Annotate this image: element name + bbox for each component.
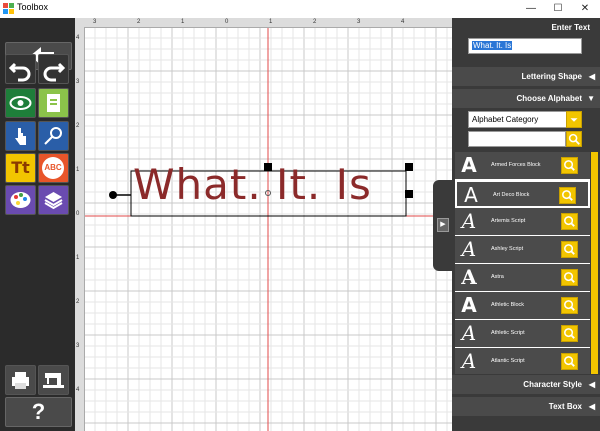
design-text[interactable]: What. It. Is bbox=[133, 160, 413, 210]
triangle-left-icon: ◀ bbox=[588, 380, 595, 389]
character-style-header[interactable]: Character Style ◀ bbox=[452, 375, 600, 394]
new-design-button[interactable] bbox=[38, 88, 69, 118]
alphabet-name: Astra bbox=[491, 274, 504, 280]
alphabet-name: Athletic Block bbox=[491, 302, 525, 308]
zoom-icon bbox=[564, 300, 575, 311]
alphabet-item[interactable]: A Athletic Script bbox=[455, 320, 590, 348]
alphabet-zoom-button[interactable] bbox=[559, 187, 576, 204]
text-input[interactable]: What. It. Is bbox=[468, 38, 582, 54]
alphabet-preview-glyph: A bbox=[461, 321, 477, 345]
zoom-icon bbox=[564, 160, 575, 171]
sewing-icon bbox=[44, 127, 62, 145]
enter-text-header: Enter Text bbox=[452, 18, 600, 37]
color-palette-button[interactable] bbox=[5, 185, 36, 215]
maximize-button[interactable]: ☐ bbox=[545, 0, 571, 18]
triangle-left-icon: ◀ bbox=[588, 402, 595, 411]
alphabet-name: Artemis Script bbox=[491, 218, 526, 224]
alphabet-preview-glyph: A bbox=[461, 209, 477, 233]
alphabet-item[interactable]: A Art Deco Block bbox=[455, 180, 590, 208]
monogram-icon: ABC bbox=[42, 157, 64, 179]
dropdown-button[interactable] bbox=[566, 111, 582, 128]
alphabet-search-input[interactable] bbox=[468, 131, 566, 147]
choose-alphabet-header[interactable]: Choose Alphabet ▼ bbox=[452, 89, 600, 108]
palette-icon bbox=[10, 192, 31, 208]
undo-icon bbox=[8, 62, 31, 82]
app-icon bbox=[3, 3, 14, 14]
search-icon bbox=[568, 133, 580, 145]
alphabet-name: Ashley Script bbox=[491, 246, 524, 252]
alphabet-preview-glyph: A bbox=[461, 237, 477, 261]
alphabet-preview-glyph: A bbox=[464, 183, 478, 207]
rotation-handle bbox=[109, 191, 117, 199]
document-icon bbox=[47, 94, 60, 112]
alphabet-preview-glyph: A bbox=[461, 153, 477, 177]
alphabet-preview-glyph: A bbox=[461, 265, 477, 289]
alphabet-name: Athletic Script bbox=[491, 330, 525, 336]
alphabet-item[interactable]: A Artemis Script bbox=[455, 208, 590, 236]
alphabet-item[interactable]: A Armed Forces Block bbox=[455, 152, 590, 180]
question-icon: ? bbox=[31, 399, 46, 424]
title-bar: Toolbox — ☐ ✕ bbox=[0, 0, 600, 19]
right-panel: Enter Text What. It. Is Lettering Shape ◀… bbox=[452, 18, 600, 431]
text-object[interactable] bbox=[75, 18, 452, 431]
alphabet-name: Atlantic Script bbox=[491, 358, 525, 364]
alphabet-preview-glyph: A bbox=[461, 349, 477, 373]
alphabet-item[interactable]: A Astra bbox=[455, 264, 590, 292]
chevron-down-icon bbox=[570, 118, 578, 122]
close-button[interactable]: ✕ bbox=[572, 0, 598, 18]
alphabet-zoom-button[interactable] bbox=[561, 353, 578, 370]
alphabet-zoom-button[interactable] bbox=[561, 157, 578, 174]
zoom-icon bbox=[564, 216, 575, 227]
alphabet-item[interactable]: A Atlantic Script bbox=[455, 348, 590, 374]
text-icon: Tt bbox=[11, 158, 30, 177]
alphabet-category-select[interactable]: Alphabet Category bbox=[468, 111, 582, 128]
redo-button[interactable] bbox=[38, 54, 69, 84]
preview-button[interactable] bbox=[5, 88, 36, 118]
alphabet-zoom-button[interactable] bbox=[561, 297, 578, 314]
alphabet-zoom-button[interactable] bbox=[561, 213, 578, 230]
triangle-left-icon: ◀ bbox=[588, 72, 595, 81]
triangle-down-icon: ▼ bbox=[587, 94, 595, 103]
alphabet-zoom-button[interactable] bbox=[561, 269, 578, 286]
alphabet-preview-glyph: A bbox=[461, 293, 477, 317]
minimize-button[interactable]: — bbox=[518, 0, 544, 18]
zoom-icon bbox=[562, 190, 573, 201]
monogram-tool-button[interactable]: ABC bbox=[38, 153, 69, 183]
lettering-shape-header[interactable]: Lettering Shape ◀ bbox=[452, 67, 600, 86]
alphabet-item[interactable]: A Athletic Block bbox=[455, 292, 590, 320]
alphabet-item[interactable]: A Ashley Script bbox=[455, 236, 590, 264]
collapse-panel-button[interactable]: ▶ bbox=[437, 218, 449, 232]
redo-icon bbox=[43, 62, 66, 82]
alphabet-list[interactable]: A Armed Forces Block A Art Deco Block A Artem… bbox=[455, 152, 590, 374]
text-tool-button[interactable]: Tt bbox=[5, 153, 36, 183]
alphabet-name: Art Deco Block bbox=[493, 192, 530, 198]
search-button[interactable] bbox=[566, 131, 582, 147]
alphabet-list-scrollbar[interactable] bbox=[591, 152, 598, 374]
window-title: Toolbox bbox=[17, 2, 49, 12]
sewing-machine-icon bbox=[43, 373, 64, 388]
zoom-icon bbox=[564, 328, 575, 339]
pointer-hand-icon bbox=[15, 128, 26, 145]
undo-button[interactable] bbox=[5, 54, 36, 84]
left-toolbar: Tt ABC ? bbox=[0, 18, 75, 431]
select-tool-button[interactable] bbox=[5, 121, 36, 151]
zoom-icon bbox=[564, 356, 575, 367]
zoom-icon bbox=[564, 272, 575, 283]
text-box-header[interactable]: Text Box ◀ bbox=[452, 397, 600, 416]
zoom-icon bbox=[564, 244, 575, 255]
alphabet-zoom-button[interactable] bbox=[561, 325, 578, 342]
help-button[interactable]: ? bbox=[5, 397, 72, 427]
appliqué-tool-button[interactable] bbox=[38, 121, 69, 151]
printer-icon bbox=[12, 372, 29, 389]
layers-icon bbox=[44, 192, 63, 210]
alphabet-zoom-button[interactable] bbox=[561, 241, 578, 258]
eye-icon bbox=[9, 96, 32, 110]
layers-button[interactable] bbox=[38, 185, 69, 215]
sew-button[interactable] bbox=[38, 365, 69, 395]
print-button[interactable] bbox=[5, 365, 36, 395]
alphabet-name: Armed Forces Block bbox=[491, 162, 541, 168]
